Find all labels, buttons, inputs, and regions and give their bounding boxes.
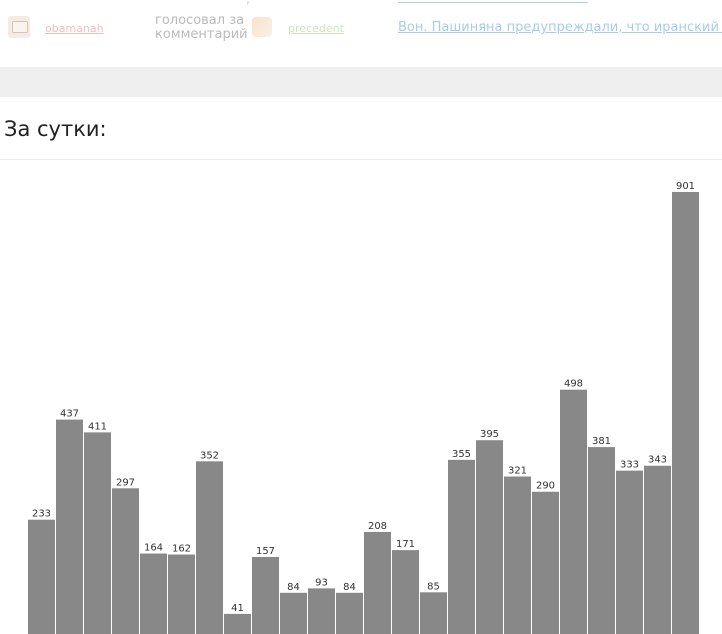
previous-link-underline (398, 0, 588, 3)
bar-12 (336, 592, 363, 634)
page: , obamanah голосовал за комментарий prec… (0, 0, 722, 634)
author-username-link[interactable]: precedent (288, 22, 344, 35)
bar-label-18: 321 (508, 466, 527, 477)
activity-row: , obamanah голосовал за комментарий prec… (0, 0, 722, 67)
bar-label-22: 333 (620, 460, 639, 471)
voter-username-link[interactable]: obamanah (45, 22, 104, 35)
comment-link[interactable]: Вон. Пашиняна предупреждали, что ирански… (398, 20, 722, 35)
bar-label-24: 901 (676, 181, 695, 192)
bar-label-10: 84 (287, 582, 300, 593)
bar-label-15: 85 (427, 581, 440, 592)
bar-label-3: 411 (88, 421, 107, 432)
section-separator-band (0, 67, 722, 97)
bar-23 (644, 465, 671, 634)
bar-10 (280, 592, 307, 634)
bar-label-21: 381 (592, 436, 611, 447)
avatar-face-icon (12, 21, 28, 33)
bar-24 (672, 192, 699, 634)
bar-chart-svg: 233 437 411 297 164 162 352 41 157 84 93 84 208 171 85… (28, 181, 699, 634)
bar-17 (476, 440, 503, 634)
bar-1 (28, 519, 55, 634)
bar-label-14: 171 (396, 539, 415, 550)
bar-15 (420, 592, 447, 634)
bar-label-9: 157 (256, 546, 275, 557)
bar-22 (616, 470, 643, 634)
author-avatar-icon[interactable] (252, 17, 272, 37)
bar-label-16: 355 (452, 449, 471, 460)
bar-14 (392, 550, 419, 634)
bar-label-12: 84 (343, 582, 356, 593)
bar-18 (504, 476, 531, 634)
bar-label-1: 233 (32, 509, 51, 520)
bar-label-8: 41 (231, 603, 244, 614)
bar-3 (84, 432, 111, 634)
bar-21 (588, 447, 615, 634)
bar-11 (308, 588, 335, 634)
bar-4 (112, 488, 139, 634)
vote-action-text: голосовал за комментарий (155, 13, 248, 42)
bar-label-13: 208 (368, 521, 387, 532)
bar-label-6: 162 (172, 544, 191, 555)
bar-label-19: 290 (536, 481, 555, 492)
bar-label-7: 352 (200, 450, 219, 461)
bar-label-23: 343 (648, 455, 667, 466)
bar-9 (252, 556, 279, 634)
bar-19 (532, 491, 559, 634)
bar-label-2: 437 (60, 409, 79, 420)
bar-7 (196, 461, 223, 634)
bar-label-20: 498 (564, 379, 583, 390)
previous-row-fragment: , (246, 0, 250, 6)
bar-label-4: 297 (116, 477, 135, 488)
bar-8 (224, 613, 251, 634)
bar-label-17: 395 (480, 429, 499, 440)
user-avatar-icon[interactable] (8, 16, 30, 38)
bar-2 (56, 419, 83, 634)
daily-activity-chart: 233 437 411 297 164 162 352 41 157 84 93 84 208 171 85… (0, 160, 722, 634)
section-title: За сутки: (4, 117, 107, 141)
bar-13 (364, 531, 391, 634)
bar-5 (140, 553, 167, 634)
bar-16 (448, 459, 475, 634)
bar-20 (560, 389, 587, 634)
bar-6 (168, 554, 195, 634)
bar-label-11: 93 (315, 577, 328, 588)
bar-label-5: 164 (144, 543, 163, 554)
